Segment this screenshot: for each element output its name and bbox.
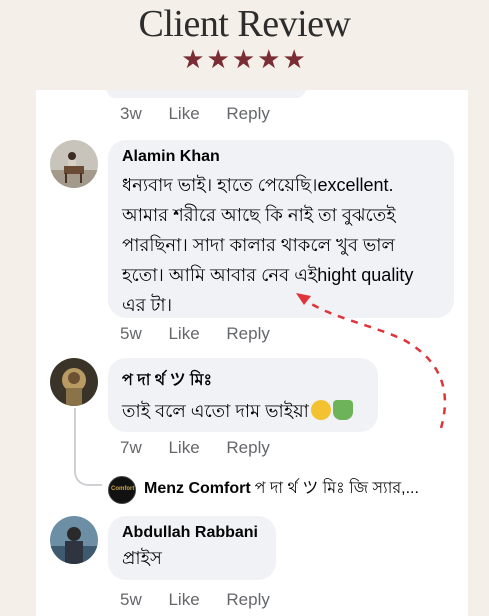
arrow-annotation: [296, 293, 447, 429]
